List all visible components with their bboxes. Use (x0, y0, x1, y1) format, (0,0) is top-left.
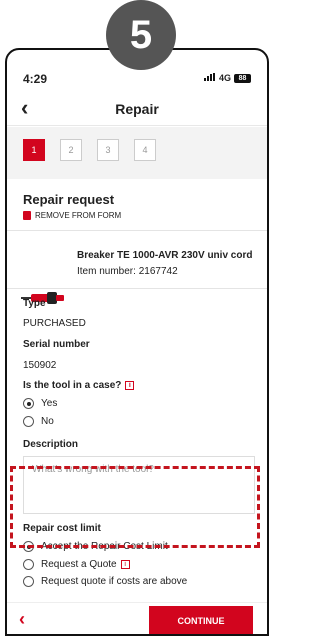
serial-label: Serial number (23, 339, 90, 350)
status-indicators: 4G 88 (203, 73, 251, 83)
radio-selected-icon (23, 398, 34, 409)
bottom-action-bar: ‹ CONTINUE (7, 602, 267, 634)
case-option-no[interactable]: No (23, 416, 54, 427)
info-icon[interactable]: i (125, 380, 135, 390)
description-label: Description (23, 439, 79, 450)
page-title: Repair (115, 101, 159, 117)
footer-back-button[interactable]: ‹ (19, 609, 25, 629)
case-question-label: Is the tool in a case? i (23, 380, 135, 391)
step-3[interactable]: 3 (97, 139, 119, 161)
product-name: Breaker TE 1000-AVR 230V univ cord (77, 250, 253, 261)
step-number-badge: 5 (106, 0, 176, 70)
case-option-no-label: No (41, 416, 54, 427)
step-1[interactable]: 1 (23, 139, 45, 161)
status-time: 4:29 (23, 72, 48, 86)
continue-button[interactable]: CONTINUE (149, 606, 253, 634)
info-icon[interactable]: i (120, 560, 130, 569)
repair-cost-option-quote-label: Request a Quote (41, 559, 117, 570)
step-2[interactable]: 2 (60, 139, 82, 161)
item-number-label: Item number: (77, 266, 136, 277)
repair-cost-option-above-label: Request quote if costs are above (41, 576, 188, 587)
radio-unselected-icon (23, 559, 34, 570)
product-item-number: Item number: 2167742 (77, 266, 178, 277)
repair-request-title: Repair request (23, 192, 115, 207)
battery-icon: 88 (234, 73, 251, 83)
nav-bar: ‹ Repair (7, 92, 267, 126)
signal-icon (203, 73, 216, 83)
item-number-value: 2167742 (138, 266, 178, 277)
annotation-highlight-box (10, 466, 260, 548)
remove-from-form-link[interactable]: REMOVE FROM FORM (23, 211, 121, 220)
divider (7, 230, 267, 231)
serial-value: 150902 (23, 360, 57, 371)
network-label: 4G (218, 73, 231, 83)
radio-unselected-icon (23, 416, 34, 427)
repair-cost-option-above[interactable]: Request quote if costs are above (23, 576, 187, 587)
remove-from-form-label: REMOVE FROM FORM (35, 211, 122, 220)
type-value: PURCHASED (23, 318, 86, 329)
trash-icon (23, 211, 31, 220)
case-option-yes[interactable]: Yes (23, 398, 57, 409)
repair-cost-option-quote[interactable]: Request a Quote i (23, 559, 130, 570)
case-question-text: Is the tool in a case? (23, 380, 122, 391)
divider (7, 288, 267, 289)
step-indicator: 1 2 3 4 (7, 127, 267, 179)
type-label: Type (23, 298, 46, 309)
radio-unselected-icon (23, 576, 34, 587)
case-option-yes-label: Yes (41, 398, 58, 409)
step-4[interactable]: 4 (134, 139, 156, 161)
